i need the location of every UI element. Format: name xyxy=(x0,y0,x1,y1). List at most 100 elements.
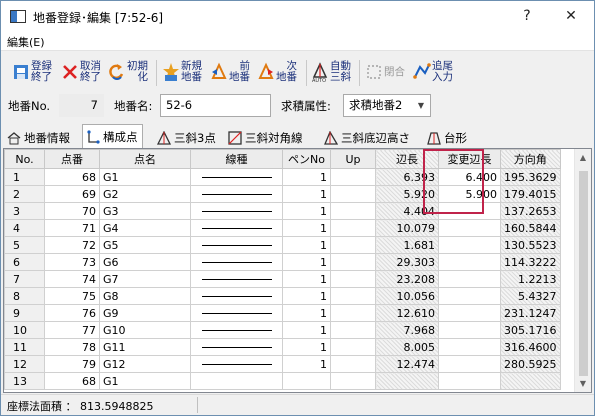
area-attr-select[interactable]: 求積地番2 ▼ xyxy=(343,94,431,117)
line-type-cell[interactable] xyxy=(190,355,283,373)
tab-lot-info[interactable]: 地番情報 xyxy=(4,127,74,149)
col-header-no[interactable]: No. xyxy=(4,149,45,169)
up-cell[interactable] xyxy=(330,253,376,271)
point-name-cell[interactable]: G9 xyxy=(99,304,191,322)
table-row[interactable]: 5 72 G5 1 1.681 130.5523 xyxy=(4,236,561,254)
point-name-cell[interactable]: G1 xyxy=(99,372,191,390)
changed-length-cell[interactable] xyxy=(438,236,501,254)
changed-length-cell[interactable] xyxy=(438,202,501,220)
up-cell[interactable] xyxy=(330,270,376,288)
vertical-scrollbar[interactable]: ▲ ▼ xyxy=(574,149,591,392)
lot-name-input[interactable]: 52-6 xyxy=(160,94,271,117)
pen-no-cell[interactable]: 1 xyxy=(282,253,331,271)
point-no-cell[interactable]: 77 xyxy=(44,321,100,339)
col-header-line-type[interactable]: 線種 xyxy=(190,149,283,169)
point-no-cell[interactable]: 71 xyxy=(44,219,100,237)
point-no-cell[interactable]: 78 xyxy=(44,338,100,356)
point-name-cell[interactable]: G4 xyxy=(99,219,191,237)
tab-tri-diagonal[interactable]: 三斜対角線 xyxy=(225,127,307,149)
append-input-button[interactable]: 追尾 入力 xyxy=(413,57,453,87)
point-no-cell[interactable]: 69 xyxy=(44,185,100,203)
prev-lot-button[interactable]: 前 地番 xyxy=(210,57,250,87)
col-header-pen-no[interactable]: ペンNo xyxy=(282,149,331,169)
point-name-cell[interactable]: G6 xyxy=(99,253,191,271)
changed-length-cell[interactable] xyxy=(438,321,501,339)
line-type-cell[interactable] xyxy=(190,321,283,339)
col-header-side-length[interactable]: 辺長 xyxy=(375,149,439,169)
table-row[interactable]: 13 68 G1 xyxy=(4,372,561,390)
auto-triangle-button[interactable]: AUTO 自動 三斜 xyxy=(311,57,351,87)
point-name-cell[interactable]: G11 xyxy=(99,338,191,356)
point-no-cell[interactable]: 79 xyxy=(44,355,100,373)
changed-length-cell[interactable] xyxy=(438,338,501,356)
pen-no-cell[interactable]: 1 xyxy=(282,338,331,356)
table-row[interactable]: 1 68 G1 1 6.393 6.400 195.3629 xyxy=(4,168,561,186)
line-type-cell[interactable] xyxy=(190,338,283,356)
changed-length-cell[interactable] xyxy=(438,355,501,373)
pen-no-cell[interactable]: 1 xyxy=(282,270,331,288)
tab-tri-base-height[interactable]: 三斜底辺高さ xyxy=(321,127,414,149)
up-cell[interactable] xyxy=(330,219,376,237)
pen-no-cell[interactable]: 1 xyxy=(282,185,331,203)
up-cell[interactable] xyxy=(330,236,376,254)
line-type-cell[interactable] xyxy=(190,287,283,305)
line-type-cell[interactable] xyxy=(190,270,283,288)
pen-no-cell[interactable]: 1 xyxy=(282,236,331,254)
changed-length-cell[interactable]: 5.900 xyxy=(438,185,501,203)
pen-no-cell[interactable]: 1 xyxy=(282,287,331,305)
table-row[interactable]: 12 79 G12 1 12.474 280.5925 xyxy=(4,355,561,373)
point-name-cell[interactable]: G10 xyxy=(99,321,191,339)
point-no-cell[interactable]: 75 xyxy=(44,287,100,305)
col-header-changed-length[interactable]: 変更辺長 xyxy=(438,149,501,169)
point-no-cell[interactable]: 68 xyxy=(44,372,100,390)
line-type-cell[interactable] xyxy=(190,304,283,322)
table-row[interactable]: 2 69 G2 1 5.920 5.900 179.4015 xyxy=(4,185,561,203)
point-no-cell[interactable]: 68 xyxy=(44,168,100,186)
pen-no-cell[interactable]: 1 xyxy=(282,168,331,186)
merge-button[interactable]: 閉合 xyxy=(365,57,405,87)
up-cell[interactable] xyxy=(330,287,376,305)
changed-length-cell[interactable] xyxy=(438,253,501,271)
tab-tri-3pt[interactable]: 三斜3点 xyxy=(154,127,220,149)
cancel-finish-button[interactable]: 取消 終了 xyxy=(61,57,101,87)
pen-no-cell[interactable]: 1 xyxy=(282,304,331,322)
next-lot-button[interactable]: 次 地番 xyxy=(257,57,297,87)
point-no-cell[interactable]: 70 xyxy=(44,202,100,220)
table-row[interactable]: 3 70 G3 1 4.404 137.2653 xyxy=(4,202,561,220)
scroll-down-icon[interactable]: ▼ xyxy=(575,375,591,392)
table-row[interactable]: 8 75 G8 1 10.056 5.4327 xyxy=(4,287,561,305)
pen-no-cell[interactable]: 1 xyxy=(282,355,331,373)
col-header-direction[interactable]: 方向角 xyxy=(500,149,561,169)
table-row[interactable]: 6 73 G6 1 29.303 114.3222 xyxy=(4,253,561,271)
line-type-cell[interactable] xyxy=(190,219,283,237)
menu-edit[interactable]: 編集(E) xyxy=(7,34,45,50)
help-button[interactable]: ? xyxy=(504,1,550,32)
point-no-cell[interactable]: 72 xyxy=(44,236,100,254)
line-type-cell[interactable] xyxy=(190,168,283,186)
changed-length-cell[interactable] xyxy=(438,304,501,322)
col-header-point-no[interactable]: 点番 xyxy=(44,149,100,169)
point-name-cell[interactable]: G7 xyxy=(99,270,191,288)
point-name-cell[interactable]: G2 xyxy=(99,185,191,203)
up-cell[interactable] xyxy=(330,355,376,373)
scroll-thumb[interactable] xyxy=(579,171,588,376)
changed-length-cell[interactable] xyxy=(438,270,501,288)
up-cell[interactable] xyxy=(330,202,376,220)
col-header-up[interactable]: Up xyxy=(330,149,376,169)
changed-length-cell[interactable] xyxy=(438,287,501,305)
initialize-button[interactable]: 初期 化 xyxy=(108,57,148,87)
up-cell[interactable] xyxy=(330,304,376,322)
point-no-cell[interactable]: 76 xyxy=(44,304,100,322)
pen-no-cell[interactable] xyxy=(282,372,331,390)
line-type-cell[interactable] xyxy=(190,236,283,254)
table-row[interactable]: 9 76 G9 1 12.610 231.1247 xyxy=(4,304,561,322)
changed-length-cell[interactable] xyxy=(438,372,501,390)
table-row[interactable]: 4 71 G4 1 10.079 160.5844 xyxy=(4,219,561,237)
point-no-cell[interactable]: 74 xyxy=(44,270,100,288)
up-cell[interactable] xyxy=(330,185,376,203)
pen-no-cell[interactable]: 1 xyxy=(282,219,331,237)
col-header-point-name[interactable]: 点名 xyxy=(99,149,191,169)
tab-trapezoid[interactable]: 台形 xyxy=(424,127,471,149)
up-cell[interactable] xyxy=(330,372,376,390)
register-finish-button[interactable]: 登録 終了 xyxy=(12,57,52,87)
